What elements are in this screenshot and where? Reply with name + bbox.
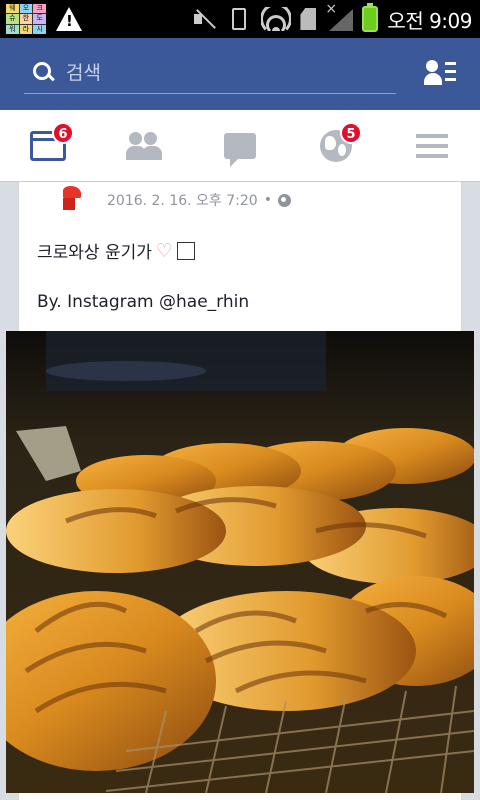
- hamburger-menu-icon: [416, 134, 448, 158]
- separator-dot: •: [263, 192, 272, 208]
- post-text: 크로와상 윤기가 ♡: [37, 238, 195, 263]
- croissant-photo-illustration: [6, 331, 474, 793]
- sim-card-icon: [300, 8, 317, 30]
- search-icon[interactable]: [32, 61, 56, 85]
- warning-icon: [56, 7, 82, 31]
- unknown-emoji-box-icon: [176, 241, 195, 260]
- avatar[interactable]: [55, 182, 85, 212]
- tab-notifications[interactable]: 5: [288, 110, 384, 182]
- battery-icon: [362, 3, 379, 32]
- status-bar: 웨 오 크 슈 한 도 워 라 시 오전 9:09: [0, 0, 480, 38]
- public-globe-icon: [277, 193, 291, 207]
- tab-friend-requests[interactable]: [96, 110, 192, 182]
- friends-icon: [126, 132, 162, 160]
- tab-messages[interactable]: [192, 110, 288, 182]
- status-clock: 오전 9:09: [387, 8, 472, 33]
- vibrate-icon: [232, 8, 247, 30]
- wifi-icon: [261, 7, 292, 31]
- no-signal-icon: [325, 1, 354, 31]
- tab-news-feed[interactable]: 6: [0, 110, 96, 182]
- search-input[interactable]: [66, 61, 366, 84]
- app-grid-icon: 웨 오 크 슈 한 도 워 라 시: [6, 4, 46, 34]
- tab-more[interactable]: [384, 110, 480, 182]
- app-grid-letter: 오: [19, 4, 33, 14]
- app-grid-letter: 크: [33, 4, 46, 14]
- mute-icon: [191, 7, 217, 31]
- app-grid-letter: 슈: [6, 14, 19, 24]
- post-text-line2: By. Instagram @hae_rhin: [37, 292, 250, 312]
- app-grid-letter: 라: [19, 24, 33, 34]
- friend-list-icon[interactable]: [424, 60, 456, 88]
- post-timestamp[interactable]: 2016. 2. 16. 오후 7:20 •: [107, 190, 291, 210]
- post-text-line1: 크로와상 윤기가: [37, 243, 152, 263]
- top-app-bar: [0, 38, 480, 110]
- app-grid-letter: 한: [19, 14, 33, 24]
- heart-icon: ♡: [155, 239, 173, 262]
- chat-icon: [224, 133, 256, 167]
- tab-bar: 6 5: [0, 110, 480, 182]
- app-grid-letter: 웨: [6, 4, 19, 14]
- search-bar[interactable]: [24, 52, 396, 94]
- news-feed-badge: 6: [52, 122, 74, 144]
- notifications-badge: 5: [340, 122, 362, 144]
- app-grid-letter: 워: [6, 24, 19, 34]
- post-timestamp-text: 2016. 2. 16. 오후 7:20: [107, 193, 258, 209]
- post-photo[interactable]: [6, 331, 474, 793]
- app-grid-letter: 도: [33, 14, 46, 24]
- app-grid-letter: 시: [33, 24, 46, 34]
